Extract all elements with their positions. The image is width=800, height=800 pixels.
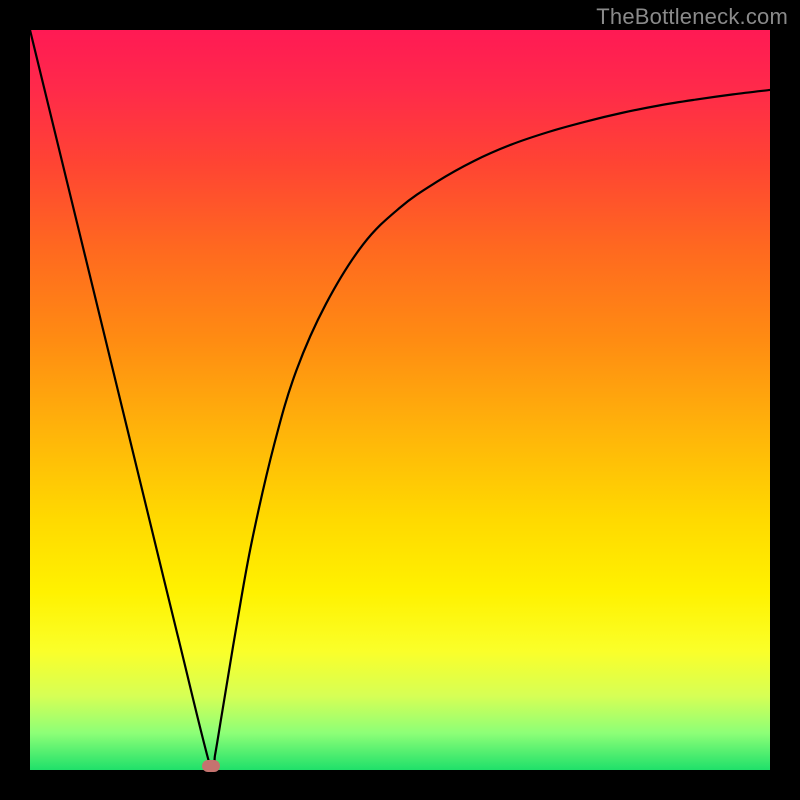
bottleneck-curve [30, 30, 770, 770]
minimum-marker-icon [202, 760, 220, 772]
watermark-label: TheBottleneck.com [596, 4, 788, 30]
chart-frame: TheBottleneck.com [0, 0, 800, 800]
plot-area [30, 30, 770, 770]
